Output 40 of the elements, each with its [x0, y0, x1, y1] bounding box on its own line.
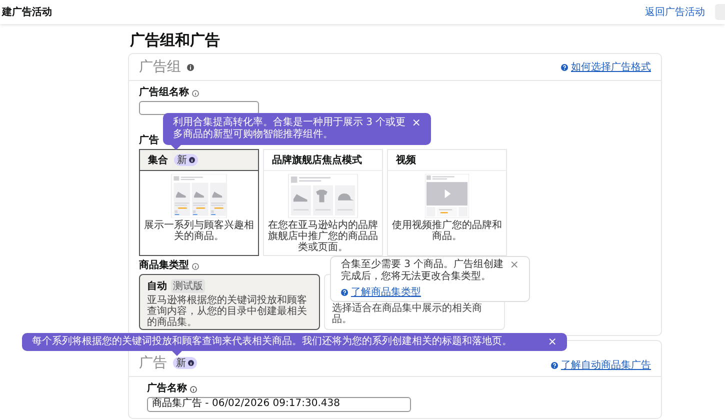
info-icon — [192, 262, 199, 270]
field-label: 广告组名称 — [139, 87, 189, 99]
close-button[interactable]: × — [510, 259, 519, 271]
help-link[interactable]: 了解自动商品集广告 — [551, 358, 651, 372]
ad-name-field[interactable]: 商品集广告 - 06/02/2026 09:17:30.438 — [147, 397, 411, 412]
storefront-preview-drawing — [288, 174, 358, 218]
info-icon — [192, 90, 199, 96]
format-option[interactable]: 品牌旗舰店焦点模式 在您在亚马逊站内的品牌旗舰店中推广您的商品品类或页面。 — [263, 149, 383, 256]
beta-badge: 测试版 — [171, 279, 205, 293]
info-icon — [190, 386, 197, 392]
format-description: 在您在亚马逊站内的品牌旗舰店中推广您的商品品类或页面。 — [267, 220, 379, 253]
info-icon — [187, 64, 194, 70]
field-label: 广告 — [139, 135, 159, 147]
help-link[interactable]: 了解商品集类型 — [341, 285, 504, 299]
help-icon — [551, 362, 558, 368]
tooltip-text: 利用合集提高转化率。合集是一种用于展示 3 个或更多商品的新型可购物智能推荐组件。 — [173, 117, 406, 141]
section-title: 广告组和广告 — [130, 31, 221, 49]
help-icon — [561, 64, 568, 70]
close-button[interactable]: × — [548, 336, 557, 348]
card-title: 广告 — [139, 354, 167, 372]
close-button[interactable]: × — [412, 117, 421, 129]
help-link[interactable]: 如何选择广告格式 — [561, 60, 651, 74]
option-description: 选择适合在商品集中展示的相关商品。 — [332, 303, 483, 325]
video-preview-drawing — [425, 174, 469, 218]
format-option[interactable]: 集合 新 展示一系列与顾客兴趣相关的商品。 — [139, 149, 259, 256]
set-type-option[interactable]: 自动 测试版 亚马逊将根据您的关键词投放和顾客查询内容，从您的目录中创建最相关的商品集。 — [139, 274, 320, 330]
back-link[interactable]: 返回广告活动 — [645, 5, 705, 19]
format-description: 使用视频推广您的品牌和商品。 — [391, 220, 503, 242]
new-badge: 新 — [174, 154, 198, 166]
field-label: 商品集类型 — [139, 260, 189, 272]
card-title: 广告组 — [139, 58, 181, 76]
format-option[interactable]: 视频 使用视频推广您的品牌和商品。 — [387, 149, 507, 256]
option-description: 亚马逊将根据您的关键词投放和顾客查询内容，从您的目录中创建最相关的商品集。 — [147, 295, 308, 328]
collection-preview-drawing — [171, 174, 227, 218]
tooltip-text: 每个系列将根据您的关键词投放和顾客查询来代表相关商品。我们还将为您的系列创建相关的标题和落地页。 — [32, 336, 513, 348]
page-heading: 建广告活动 — [0, 5, 52, 19]
format-description: 展示一系列与顾客兴趣相关的商品。 — [143, 220, 255, 242]
new-badge: 新 — [173, 357, 197, 369]
help-icon — [341, 288, 348, 296]
field-label: 广告名称 — [147, 383, 187, 395]
